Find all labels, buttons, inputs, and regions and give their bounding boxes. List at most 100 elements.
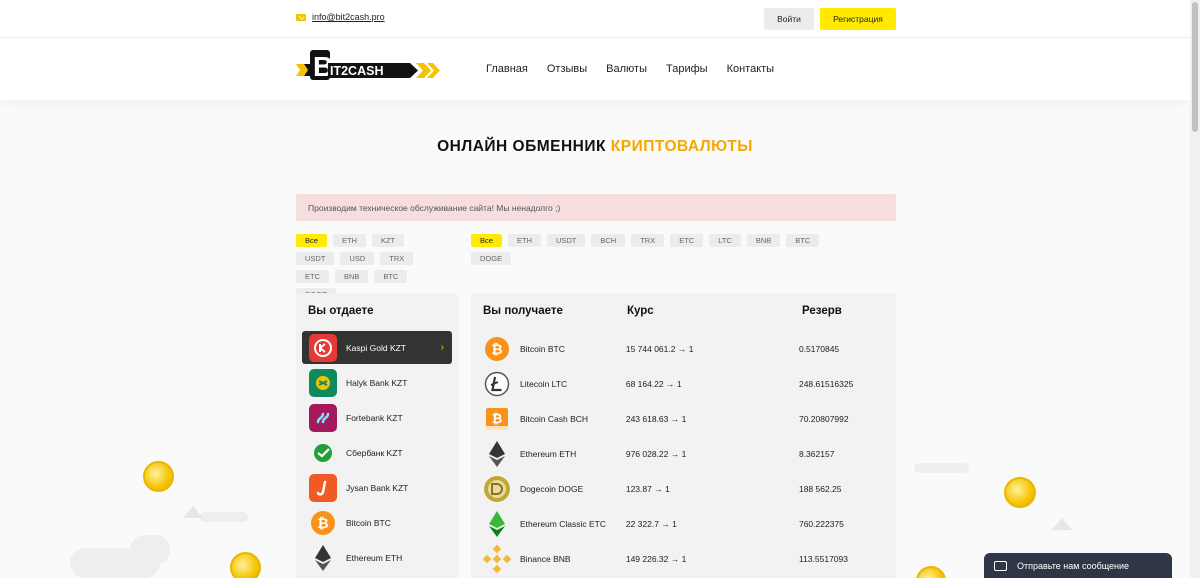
login-button[interactable]: Войти: [764, 8, 814, 30]
filter-chip-get[interactable]: BTC: [786, 234, 820, 247]
filter-chip-get[interactable]: USDT: [546, 234, 586, 247]
cloud-decoration: [200, 512, 248, 522]
reserve-value: 0.5170845: [798, 343, 840, 354]
logo[interactable]: B IT2CASH: [296, 50, 441, 82]
litecoin-icon: [483, 370, 511, 398]
give-header: Вы отдаете: [308, 305, 374, 317]
coin-icon: [916, 566, 946, 578]
cloud-decoration: [914, 463, 969, 473]
filter-chip-give[interactable]: USDT: [296, 252, 335, 265]
filter-chip-get[interactable]: TRX: [631, 234, 665, 247]
currency-name: Bitcoin BTC: [520, 343, 565, 354]
exchange-rate: 976 028.22 → 1: [625, 448, 687, 459]
give-item-bitcoin[interactable]: ₿ Bitcoin BTC: [302, 506, 452, 539]
give-item-label: Bitcoin BTC: [346, 517, 391, 528]
give-filters: Все ETH KZT USDT USD TRX ETC BNB BTC DOG…: [296, 234, 438, 301]
filter-chip-get[interactable]: DOGE: [471, 252, 512, 265]
get-row-ethereum-classic[interactable]: Ethereum Classic ETC 22 322.7 → 1 760.22…: [483, 506, 888, 541]
register-button[interactable]: Регистрация: [820, 8, 896, 30]
svg-text:₿: ₿: [317, 515, 328, 531]
chevron-right-icon: ›: [440, 342, 444, 353]
get-row-bitcoin[interactable]: ₿ Bitcoin BTC 15 744 061.2 → 1 0.5170845: [483, 331, 888, 366]
filter-chip-give[interactable]: USD: [340, 252, 375, 265]
give-item-kaspi[interactable]: Kaspi Gold KZT ›: [302, 331, 452, 364]
give-item-label: Halyk Bank KZT: [346, 377, 408, 388]
reserve-value: 113.5517093: [798, 553, 848, 564]
halyk-icon: [309, 368, 337, 397]
forte-icon: [309, 403, 337, 432]
give-item-label: Ethereum ETH: [346, 552, 403, 563]
give-item-label: Сбербанк KZT: [346, 447, 403, 458]
svg-text:₿: ₿: [491, 341, 502, 357]
filter-chip-get[interactable]: ETH: [507, 234, 541, 247]
main-nav: Главная Отзывы Валюты Тарифы Контакты: [486, 63, 774, 75]
get-row-binance[interactable]: Binance BNB 149 226.32 → 1 113.5517093: [483, 541, 888, 576]
scrollbar-thumb[interactable]: [1192, 2, 1198, 132]
get-row-dogecoin[interactable]: Dogecoin DOGE 123.87 → 1 188 562.25: [483, 471, 888, 506]
exchange-rate: 149 226.32 → 1: [625, 553, 687, 564]
get-panel: Вы получаете Курс Резерв ₿ Bitcoin BTC 1…: [471, 293, 896, 578]
logo-graphic: B IT2CASH: [296, 50, 440, 82]
email-text: info@bit2cash.pro: [312, 12, 385, 22]
envelope-icon: [994, 561, 1007, 571]
email-link[interactable]: info@bit2cash.pro: [296, 12, 385, 22]
filter-chip-give[interactable]: ETH: [332, 234, 366, 247]
title-accent: КРИПТОВАЛЮТЫ: [610, 138, 753, 155]
currency-name: Binance BNB: [520, 553, 571, 564]
filter-chip-give[interactable]: TRX: [380, 252, 414, 265]
give-item-halyk[interactable]: Halyk Bank KZT: [302, 366, 452, 399]
get-row-bitcoin-cash[interactable]: ₿ Bitcoin Cash BCH 243 618.63 → 1 70.208…: [483, 401, 888, 436]
get-row-litecoin[interactable]: Litecoin LTC 68 164.22 → 1 248.61516325: [483, 366, 888, 401]
filter-chip-give[interactable]: BNB: [335, 270, 369, 283]
mountain-decoration: [1052, 518, 1072, 530]
page-title: ОНЛАЙН ОБМЕННИК КРИПТОВАЛЮТЫ: [437, 138, 753, 155]
filter-chip-get[interactable]: LTC: [709, 234, 741, 247]
nav-tariffs[interactable]: Тарифы: [666, 63, 708, 75]
nav-currencies[interactable]: Валюты: [606, 63, 647, 75]
header: B IT2CASH Главная Отзывы Валюты Тарифы К…: [0, 38, 1190, 100]
give-item-label: Fortebank KZT: [346, 412, 403, 423]
get-filters: Все ETH USDT BCH TRX ETC LTC BNB BTC DOG…: [471, 234, 831, 265]
get-header: Вы получаете: [483, 305, 563, 317]
give-item-label: Kaspi Gold KZT: [346, 342, 406, 353]
binance-icon: [483, 544, 511, 573]
give-item-jysan[interactable]: Jysan Bank KZT: [302, 471, 452, 504]
maintenance-notice: Производим техническое обслуживание сайт…: [296, 194, 896, 221]
currency-name: Litecoin LTC: [520, 378, 568, 389]
give-panel: Вы отдаете Kaspi Gold KZT › Halyk Bank K…: [296, 293, 458, 578]
filter-chip-give[interactable]: ETC: [296, 270, 329, 283]
reserve-value: 70.20807992: [798, 413, 849, 424]
chat-label: Отправьте нам сообщение: [1017, 561, 1130, 571]
give-item-sber[interactable]: Сбербанк KZT: [302, 436, 452, 469]
nav-contacts[interactable]: Контакты: [727, 63, 775, 75]
filter-chip-get[interactable]: BCH: [591, 234, 626, 247]
bitcoin-icon: ₿: [483, 335, 511, 363]
currency-name: Ethereum Classic ETC: [520, 518, 606, 529]
get-row-ethereum[interactable]: Ethereum ETH 976 028.22 → 1 8.362157: [483, 436, 888, 471]
nav-reviews[interactable]: Отзывы: [547, 63, 587, 75]
filter-chip-get[interactable]: ETC: [670, 234, 704, 247]
nav-home[interactable]: Главная: [486, 63, 528, 75]
filter-chip-give[interactable]: KZT: [371, 234, 405, 247]
exchange-rate: 68 164.22 → 1: [625, 378, 682, 389]
exchange-rate: 123.87 → 1: [625, 483, 670, 494]
give-item-forte[interactable]: Fortebank KZT: [302, 401, 452, 434]
filter-chip-get[interactable]: Все: [471, 234, 502, 247]
reserve-value: 188 562.25: [798, 483, 842, 494]
envelope-icon: [296, 13, 306, 21]
filter-chip-give[interactable]: Все: [296, 234, 327, 247]
currency-name: Ethereum ETH: [520, 448, 577, 459]
reserve-header: Резерв: [802, 305, 842, 317]
coin-icon: [1004, 477, 1036, 508]
rate-header: Курс: [627, 305, 654, 317]
dogecoin-icon: [483, 475, 511, 503]
give-item-ethereum[interactable]: Ethereum ETH: [302, 541, 452, 574]
filter-chip-get[interactable]: BNB: [746, 234, 781, 247]
chat-widget[interactable]: Отправьте нам сообщение: [984, 553, 1172, 578]
currency-name: Dogecoin DOGE: [520, 483, 584, 494]
scrollbar[interactable]: [1190, 0, 1200, 578]
filter-chip-give[interactable]: BTC: [374, 270, 408, 283]
cloud-decoration: [130, 535, 170, 565]
jysan-icon: [309, 473, 337, 502]
reserve-value: 248.61516325: [798, 378, 854, 389]
